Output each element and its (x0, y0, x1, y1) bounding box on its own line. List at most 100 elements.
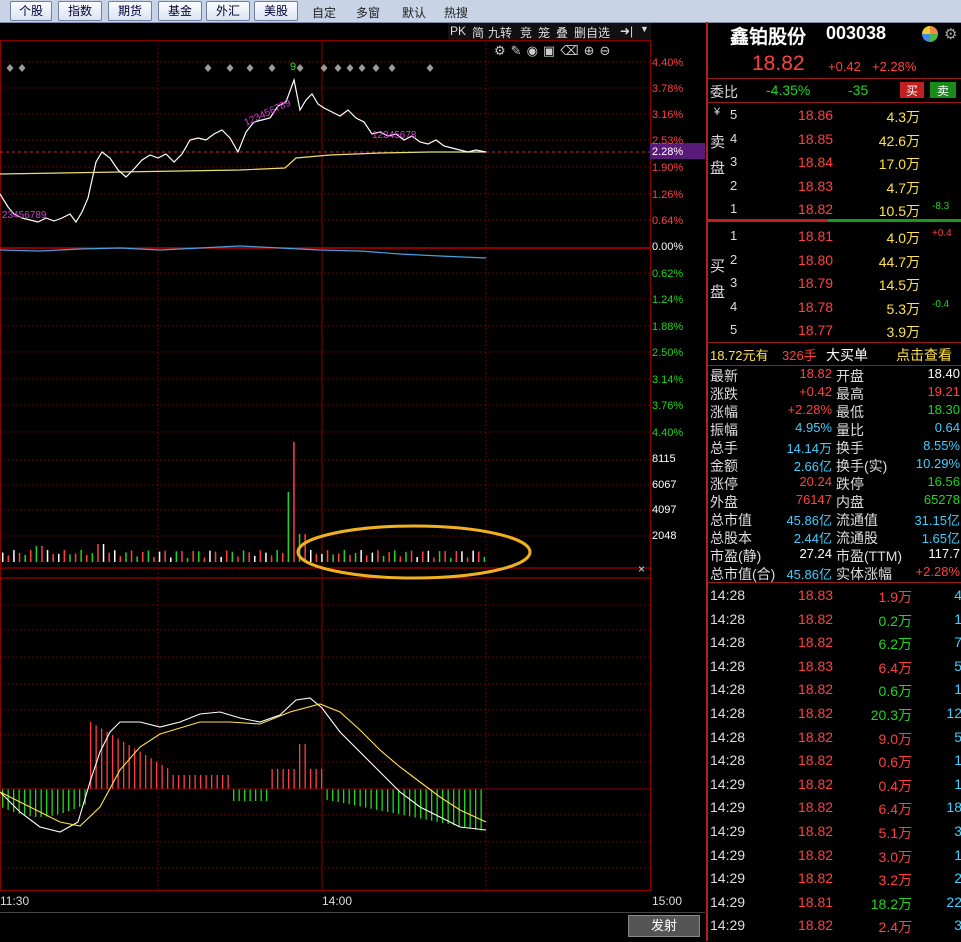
simple-button[interactable]: 简 (472, 24, 484, 41)
volume-bar (58, 553, 60, 562)
eye-icon[interactable]: ◉ (527, 43, 543, 58)
overlay-button[interactable]: 叠 (556, 24, 568, 41)
macd-bar (68, 789, 70, 812)
macd-bar (205, 775, 207, 789)
tick-count: 1 (954, 681, 961, 698)
macd-bar (469, 789, 471, 829)
ask-row[interactable]: 2 18.83 4.7万 (708, 175, 961, 198)
volume-bar (108, 552, 110, 562)
tab-futures[interactable]: 期货 (108, 1, 152, 21)
signal-diamonds (6, 64, 434, 72)
ytick-up-4: 1.90% (652, 162, 684, 174)
tab-hot-search[interactable]: 热搜 (438, 4, 474, 22)
ask-level: 4 (730, 130, 738, 146)
tab-forex[interactable]: 外汇 (206, 1, 250, 21)
send-button[interactable]: 发射 (628, 915, 700, 937)
tab-fund[interactable]: 基金 (158, 1, 202, 21)
close-volume-panel-icon[interactable]: × (638, 562, 645, 576)
trash-icon[interactable]: ⌫ (560, 43, 583, 58)
macd-bar (282, 769, 284, 789)
delete-watchlist-button[interactable]: 删自选 (574, 24, 610, 41)
zoom-in-icon[interactable]: ⊕ (584, 43, 600, 58)
tick-row: 14:29 18.82 6.4万 18 (708, 796, 961, 819)
gear-icon[interactable]: ⚙ (944, 25, 957, 43)
pk-button[interactable]: PK (450, 24, 466, 38)
volume-bar (13, 550, 15, 562)
pen-icon[interactable]: ✎ (511, 43, 527, 58)
dropdown-icon[interactable]: ▼ (640, 24, 649, 34)
stock-pct: +2.28% (872, 59, 917, 74)
tab-default[interactable]: 默认 (396, 4, 432, 22)
macd-bar (156, 761, 158, 789)
tick-volume: 2.4万 (878, 919, 912, 936)
seq-low: 23456789 (2, 210, 47, 221)
volume-bar (203, 557, 206, 562)
big-order-label: 大买单 (826, 347, 868, 363)
macd-bar (150, 758, 152, 789)
tab-multi-window[interactable]: 多窗 (350, 4, 386, 22)
quote-key: 流通值 (836, 512, 878, 528)
cage-button[interactable]: 笼 (538, 24, 550, 41)
ask-row[interactable]: 4 18.85 42.6万 (708, 128, 961, 151)
seq-top: 9 (290, 61, 296, 73)
exit-icon[interactable]: ➜| (620, 24, 633, 38)
bid-row[interactable]: 2 18.80 44.7万 (708, 249, 961, 272)
vol-tick-1: 6067 (652, 479, 677, 491)
tick-price: 18.82 (798, 799, 834, 816)
ytick-up-0: 4.40% (652, 57, 684, 69)
volume-bar (86, 554, 88, 562)
bid-row[interactable]: 3 18.79 14.5万 (708, 272, 961, 295)
settings-icon[interactable]: ⚙ (494, 43, 511, 58)
volume-bar (186, 558, 189, 562)
nine-turn-button[interactable]: 九转 (488, 24, 512, 41)
zoom-out-icon[interactable]: ⊖ (600, 43, 616, 58)
bid-level: 1 (730, 228, 738, 243)
big-order-link[interactable]: 点击查看 (896, 345, 952, 365)
tab-custom[interactable]: 自定 (306, 4, 342, 22)
bid-row[interactable]: 5 18.77 3.9万 (708, 319, 961, 342)
tick-price: 18.82 (798, 775, 834, 792)
macd-bar (35, 789, 37, 817)
bid-row[interactable]: 4 18.78 5.3万 -0.4 (708, 296, 961, 319)
quote-key: 涨停 (710, 476, 738, 492)
volume-bar (248, 552, 250, 562)
volume-bar (80, 550, 82, 562)
auction-button[interactable]: 竞 (520, 24, 532, 41)
tab-index[interactable]: 指数 (58, 1, 102, 21)
macd-bar (398, 789, 400, 815)
tick-count: 1 (954, 775, 961, 792)
macd-bar (480, 789, 482, 831)
ask-row[interactable]: 1 18.82 10.5万 -8.3 (708, 198, 961, 221)
volume-bar (147, 550, 150, 562)
ask-bar-green (828, 219, 961, 222)
sell-button[interactable]: 卖 (930, 82, 956, 98)
volume-bar (198, 551, 200, 562)
divider (708, 102, 961, 103)
bid-row[interactable]: 1 18.81 4.0万 +0.4 (708, 225, 961, 248)
weibi-label: 委比 (710, 84, 738, 100)
tick-volume: 5.1万 (878, 825, 912, 841)
ask-price: 18.82 (798, 201, 834, 217)
ytick-up-1: 3.78% (652, 83, 684, 95)
ask-row[interactable]: 3 18.84 17.0万 (708, 151, 961, 174)
tab-us-stock[interactable]: 美股 (254, 1, 298, 21)
tick-row: 14:29 18.82 0.4万 1 (708, 773, 961, 796)
intraday-chart[interactable]: 23456789 123456789 12345678 9 4.40% 3.78… (0, 22, 705, 912)
lock-icon[interactable]: ▣ (543, 43, 560, 58)
tick-volume: 20.3万 (870, 707, 912, 723)
ask-volume: 17.0万 (878, 156, 920, 172)
quote-value: 2.44亿 (793, 531, 832, 546)
tab-stock[interactable]: 个股 (10, 1, 52, 21)
volume-bar (214, 551, 217, 562)
chart-toolbar: PK 简 九转 竞 笼 叠 删自选 ➜| ▼ (448, 23, 651, 40)
macd-bar (172, 775, 174, 789)
macd-bar (95, 725, 97, 789)
tick-volume: 6.2万 (878, 636, 912, 653)
bottom-bar: 发射 (0, 912, 705, 942)
buy-button[interactable]: 买 (900, 82, 924, 98)
ytick-down-5: 3.76% (652, 400, 684, 412)
bid-level: 2 (730, 251, 738, 267)
pie-icon[interactable] (922, 26, 938, 42)
big-order-row[interactable]: 18.72元有 326手 大买单 点击查看 (708, 342, 961, 365)
ask-row[interactable]: 5 18.86 4.3万 (708, 104, 961, 127)
